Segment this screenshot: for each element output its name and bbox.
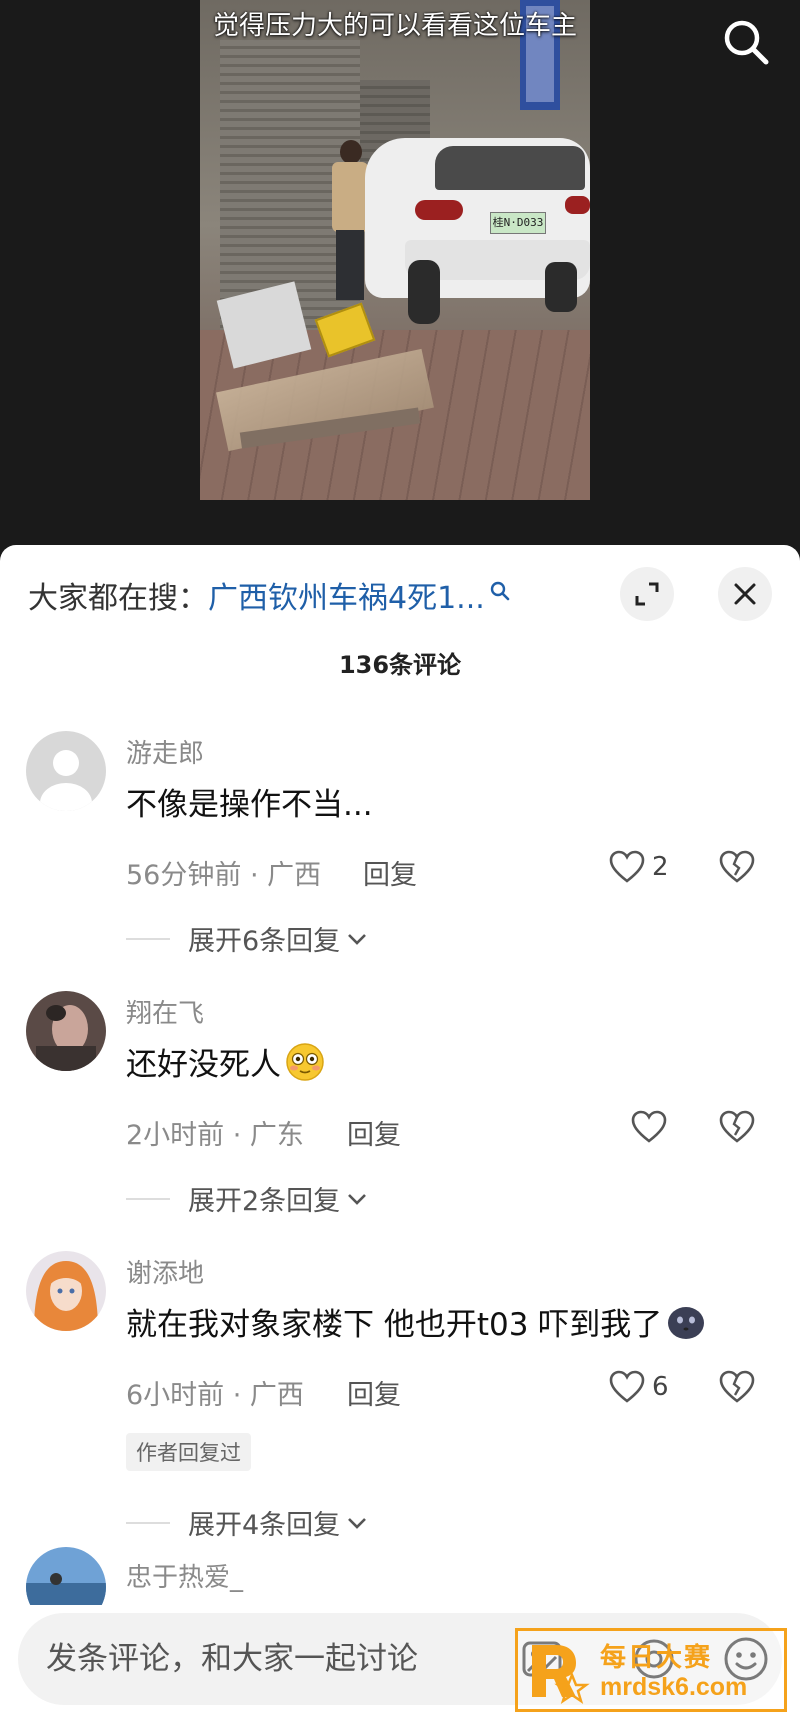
car-tail-light: [415, 200, 463, 220]
broken-heart-icon: [719, 850, 755, 883]
person: [328, 140, 368, 300]
comment-text: 还好没死人: [126, 1039, 325, 1084]
hot-search-bar[interactable]: 大家都在搜： 广西钦州车祸4死1...: [28, 573, 511, 617]
reply-button[interactable]: 回复: [347, 1113, 401, 1152]
watermark-logo-icon: [526, 1639, 590, 1705]
chevron-down-icon: [348, 1193, 367, 1205]
car-tire: [408, 260, 440, 324]
expand-replies[interactable]: 展开4条回复: [126, 1503, 368, 1542]
expand-icon: [635, 582, 659, 606]
username[interactable]: 游走郎: [126, 733, 204, 770]
search-icon[interactable]: [718, 14, 774, 70]
chevron-down-icon: [348, 933, 367, 945]
username[interactable]: 谢添地: [126, 1253, 204, 1290]
heart-icon: [609, 850, 645, 883]
chevron-down-icon: [348, 1517, 367, 1529]
license-plate: 桂N·D033: [490, 212, 546, 234]
reply-button[interactable]: 回复: [363, 853, 417, 892]
dislike-button[interactable]: [718, 1109, 756, 1149]
watermark-url: mrdsk6.com: [600, 1673, 748, 1701]
comment-item: 忠于热爱_: [0, 1545, 800, 1605]
heart-icon: [631, 1110, 667, 1143]
dark-blob-emoji-icon: [666, 1302, 706, 1342]
watermark-title: 每日大赛: [600, 1643, 713, 1673]
broken-heart-icon: [719, 1370, 755, 1403]
username[interactable]: 忠于热爱_: [126, 1557, 243, 1594]
search-icon[interactable]: [489, 575, 511, 601]
comment-item: 谢添地 就在我对象家楼下 他也开t03 吓到我了 6小时前 · 广西 回复 6: [0, 1251, 800, 1541]
broken-heart-icon: [719, 1110, 755, 1143]
comment-text: 不像是操作不当...: [126, 787, 373, 823]
author-replied-badge: 作者回复过: [126, 1433, 251, 1471]
video-frame[interactable]: 桂N·D033: [200, 0, 590, 500]
avatar[interactable]: [26, 991, 106, 1071]
expand-button[interactable]: [620, 567, 674, 621]
hot-search-query[interactable]: 广西钦州车祸4死1...: [208, 573, 485, 617]
like-button[interactable]: 2: [608, 849, 669, 885]
close-icon: [734, 583, 756, 605]
watermark: 每日大赛 mrdsk6.com: [515, 1628, 787, 1712]
comment-meta: 56分钟前 · 广西: [126, 860, 322, 891]
comment-item: 游走郎 不像是操作不当... 56分钟前 · 广西 回复 2 展开6条回复: [0, 731, 800, 961]
username[interactable]: 翔在飞: [126, 993, 204, 1030]
like-button[interactable]: [630, 1109, 668, 1145]
comment-meta: 2小时前 · 广东: [126, 1120, 304, 1151]
expand-replies[interactable]: 展开6条回复: [126, 919, 368, 958]
video-caption: 觉得压力大的可以看看这位车主: [212, 11, 577, 41]
comment-sheet: 大家都在搜： 广西钦州车祸4死1... 136条评论 游走郎 不像是操作不当..…: [0, 545, 800, 1721]
avatar[interactable]: [26, 1547, 106, 1605]
comment-text: 就在我对象家楼下 他也开t03 吓到我了: [126, 1299, 706, 1344]
flushed-face-emoji-icon: [285, 1042, 325, 1082]
comment-item: 翔在飞 还好没死人 2小时前 · 广东 回复 展开2条回复: [0, 991, 800, 1221]
like-count: 2: [652, 852, 669, 882]
comment-count: 136条评论: [338, 651, 462, 679]
close-button[interactable]: [718, 567, 772, 621]
avatar[interactable]: [26, 1251, 106, 1331]
like-button[interactable]: 6: [608, 1369, 669, 1405]
expand-replies[interactable]: 展开2条回复: [126, 1179, 368, 1218]
dislike-button[interactable]: [718, 1369, 756, 1409]
car-tire: [545, 262, 577, 312]
car-tail-light: [565, 196, 590, 214]
like-count: 6: [652, 1372, 669, 1402]
hot-search-prefix: 大家都在搜：: [28, 581, 208, 616]
reply-button[interactable]: 回复: [347, 1373, 401, 1412]
dislike-button[interactable]: [718, 849, 756, 889]
comment-input-placeholder: 发条评论，和大家一起讨论: [46, 1641, 418, 1677]
video-player[interactable]: 桂N·D033 觉得压力大的可以看看这位车主: [0, 0, 800, 560]
comment-meta: 6小时前 · 广西: [126, 1380, 304, 1411]
heart-icon: [609, 1370, 645, 1403]
avatar[interactable]: [26, 731, 106, 811]
car-rear-window: [435, 146, 585, 190]
